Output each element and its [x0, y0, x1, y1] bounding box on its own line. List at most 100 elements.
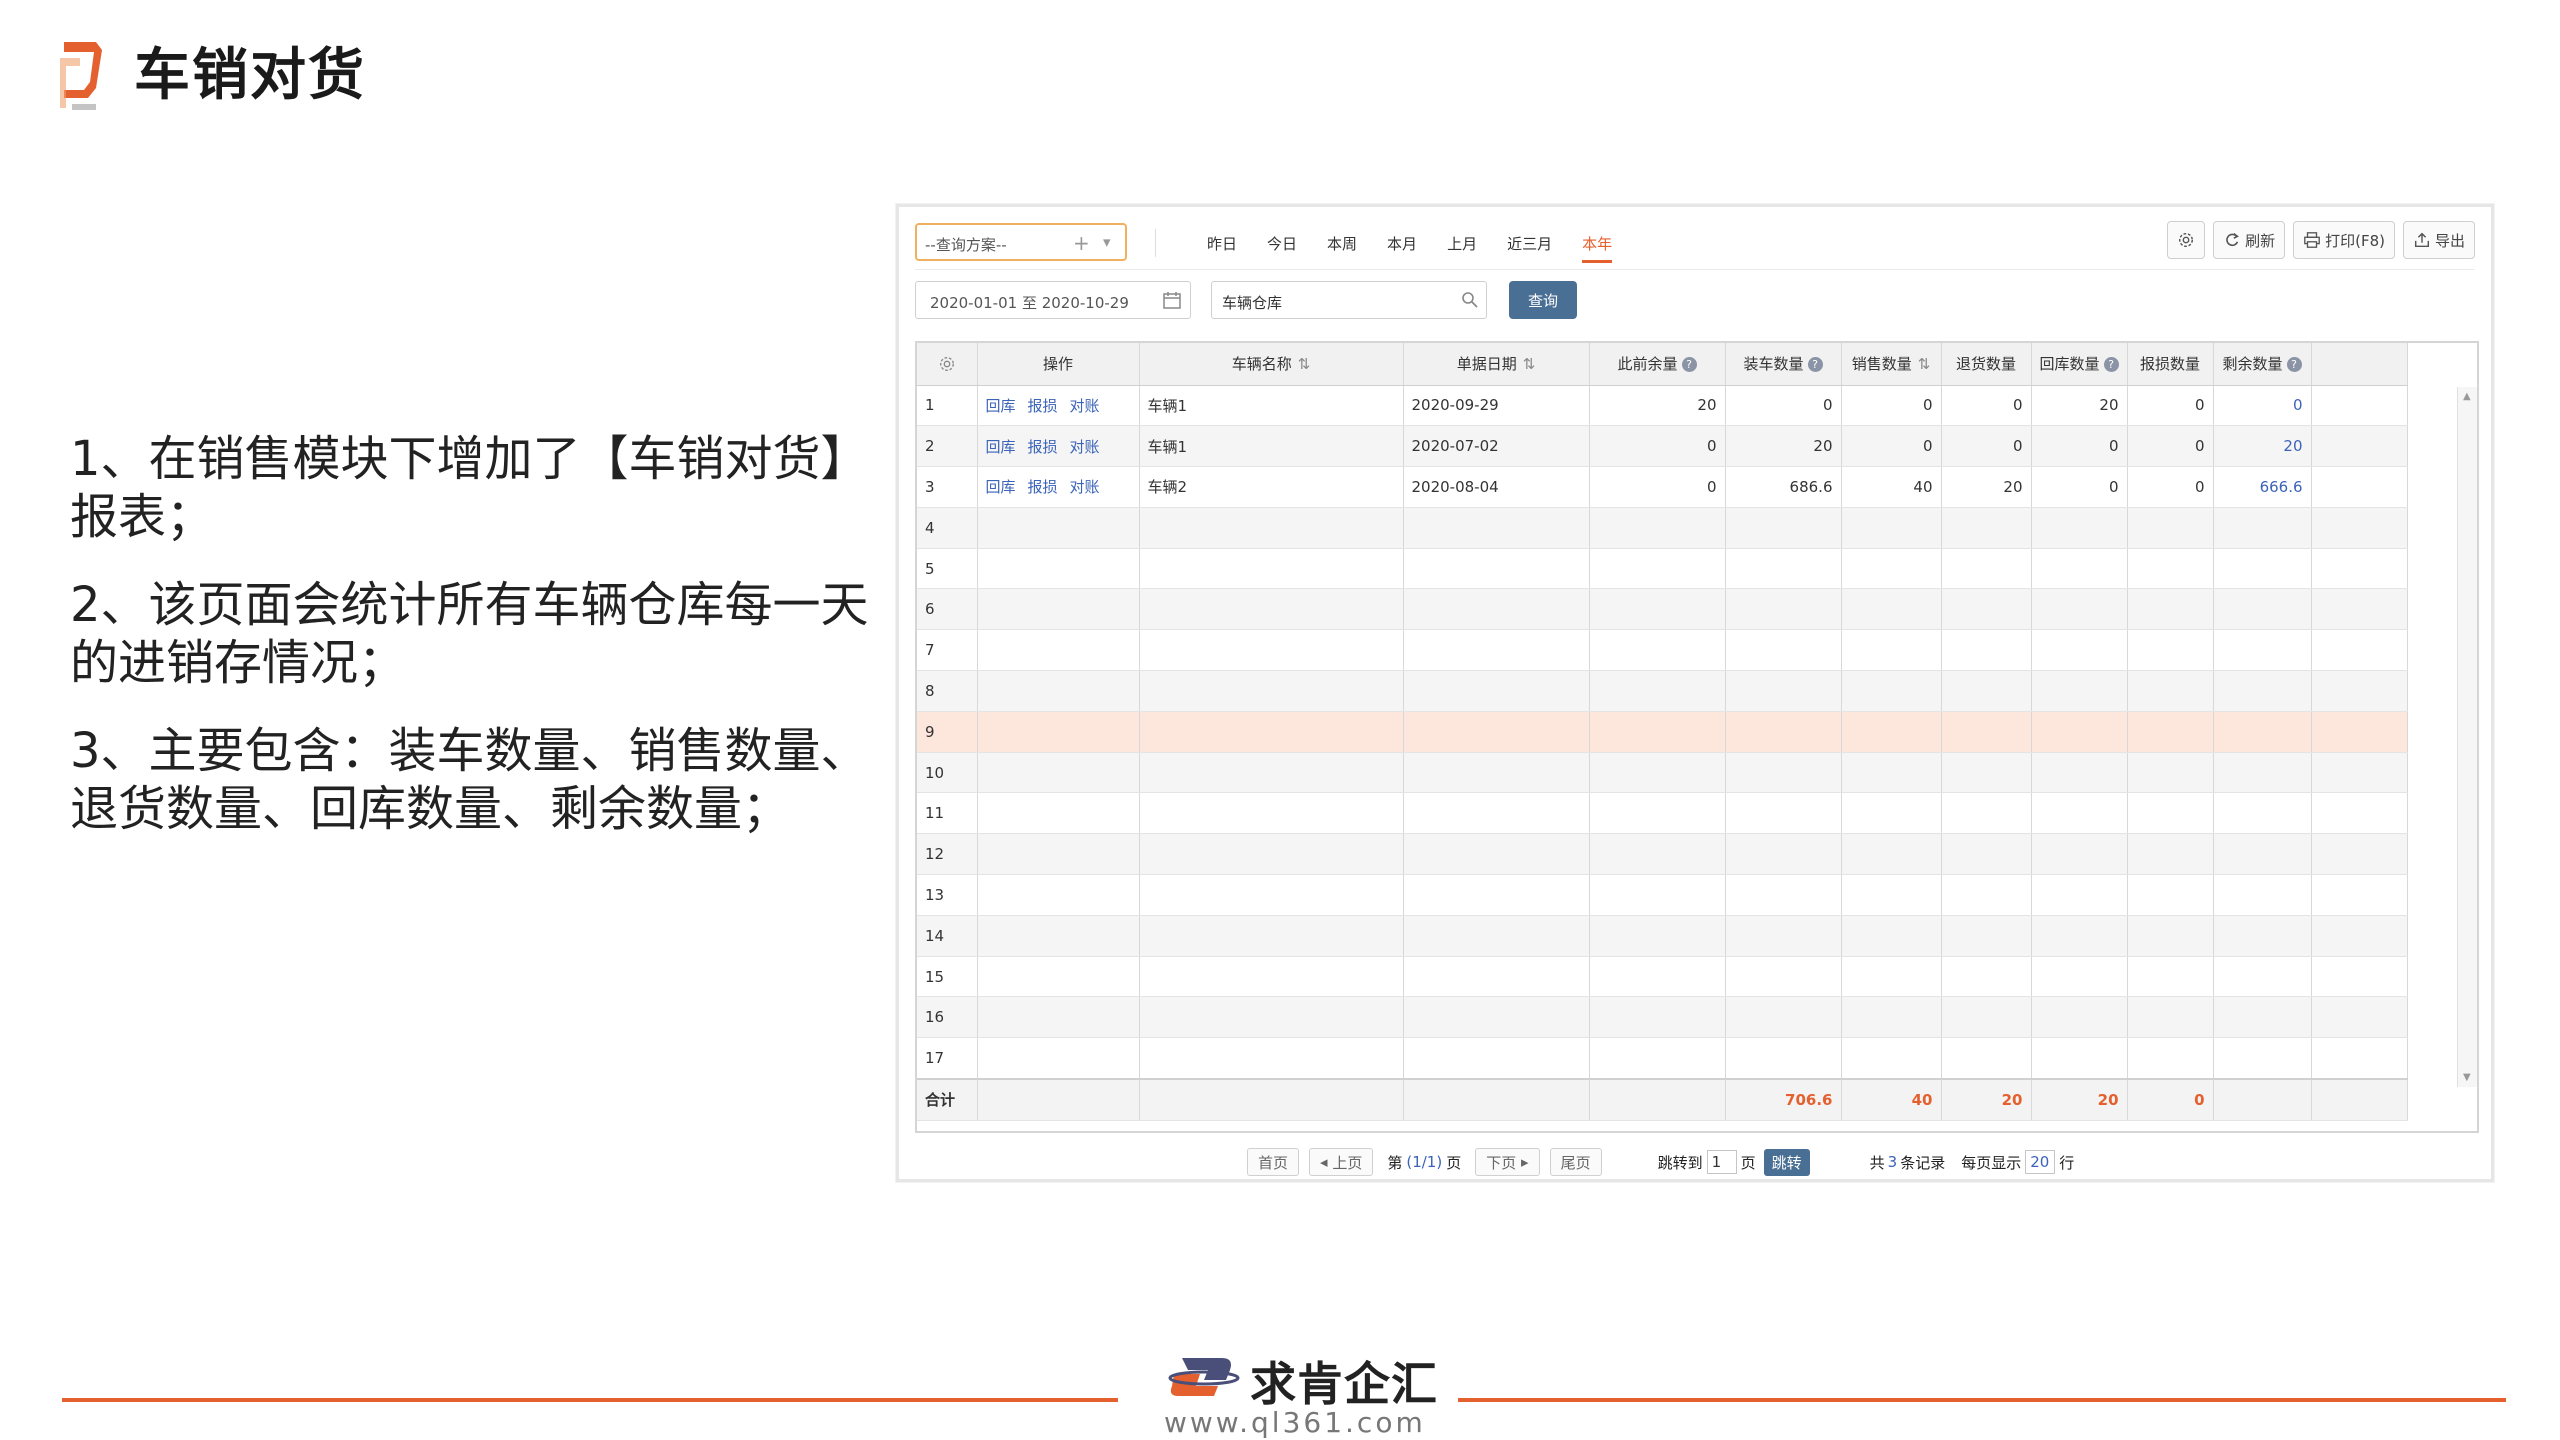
table-row[interactable]: 12	[917, 833, 2408, 876]
report-loss-link[interactable]: 报损	[1028, 436, 1058, 457]
query-scheme-select[interactable]: --查询方案-- + ▾	[915, 223, 1127, 261]
help-icon[interactable]: ?	[2286, 357, 2302, 373]
empty-cell	[1841, 915, 1942, 957]
column-title: 装车数量	[1743, 355, 1804, 374]
scroll-up-icon[interactable]: ▲	[2463, 391, 2471, 402]
empty-cell	[1403, 507, 1590, 549]
help-icon[interactable]: ?	[1681, 357, 1697, 373]
empty-cell	[977, 629, 1140, 672]
jump-button[interactable]: 跳转	[1763, 1148, 1810, 1176]
query-button[interactable]: 查询	[1509, 281, 1577, 319]
load-cell: 0	[1725, 385, 1842, 427]
empty-cell	[1589, 915, 1726, 957]
tab-this-year[interactable]: 本年	[1582, 233, 1613, 263]
column-header-vehicle[interactable]: 车辆名称 ⇅	[1139, 343, 1404, 386]
report-loss-link[interactable]: 报损	[1028, 395, 1058, 416]
bullet-item: 1、在销售模块下增加了【车销对货】报表；	[70, 431, 869, 545]
reconcile-link[interactable]: 对账	[1070, 395, 1100, 416]
help-icon[interactable]: ?	[2103, 357, 2119, 373]
empty-cell	[1403, 1037, 1590, 1080]
export-button[interactable]: 导出	[2402, 221, 2475, 259]
loss-cell: 0	[2127, 385, 2214, 427]
table-row[interactable]: 11	[917, 792, 2408, 835]
column-title: 销售数量	[1851, 355, 1912, 374]
empty-cell	[1841, 792, 1942, 835]
load-cell: 686.6	[1725, 466, 1842, 508]
empty-cell	[1725, 588, 1842, 631]
vertical-scrollbar[interactable]: ▲ ▼	[2457, 387, 2477, 1087]
jump-page-input[interactable]: 1	[1706, 1150, 1737, 1174]
return-to-warehouse-link[interactable]: 回库	[986, 476, 1016, 497]
date-range-input[interactable]: 2020-01-01 至 2020-10-29	[915, 281, 1191, 319]
table-row[interactable]: 15	[917, 956, 2408, 998]
empty-cell	[2031, 752, 2128, 794]
prev-page-button[interactable]: ◂ 上页	[1309, 1148, 1374, 1176]
table-row[interactable]: 10	[917, 752, 2408, 794]
column-header-sale[interactable]: 销售数量 ⇅	[1841, 343, 1942, 386]
calendar-icon[interactable]	[1162, 290, 1182, 310]
reconcile-link[interactable]: 对账	[1070, 476, 1100, 497]
scroll-down-icon[interactable]: ▼	[2463, 1072, 2471, 1083]
empty-cell	[2213, 548, 2312, 590]
table-row[interactable]: 7	[917, 629, 2408, 672]
page-size-input[interactable]: 20	[2025, 1150, 2056, 1174]
empty-cell	[2213, 792, 2312, 835]
chevron-down-icon[interactable]: ▾	[1103, 233, 1111, 251]
gear-icon[interactable]	[938, 355, 956, 373]
table-row[interactable]: 5	[917, 548, 2408, 590]
tab-today[interactable]: 今日	[1267, 233, 1297, 263]
settings-button[interactable]	[2167, 221, 2206, 259]
print-button[interactable]: 打印(F8)	[2293, 221, 2395, 259]
brand-block: 求肯企汇 www.ql361.com	[1118, 1326, 1458, 1439]
column-header-date[interactable]: 单据日期 ⇅	[1403, 343, 1590, 386]
table-row[interactable]: 9	[917, 711, 2408, 753]
empty-cell	[2311, 670, 2408, 712]
slide: 车销对货 1、在销售模块下增加了【车销对货】报表； 2、该页面会统计所有车辆仓库…	[0, 0, 2560, 1440]
warehouse-input[interactable]: 车辆仓库	[1211, 281, 1487, 319]
refresh-button[interactable]: 刷新	[2213, 221, 2286, 259]
reconcile-link[interactable]: 对账	[1070, 436, 1100, 457]
empty-cell	[1725, 670, 1842, 712]
tab-last-month[interactable]: 上月	[1447, 233, 1477, 263]
table-row[interactable]: 4	[917, 507, 2408, 549]
tab-this-week[interactable]: 本周	[1327, 233, 1357, 263]
column-header-loss: 报损数量	[2127, 343, 2214, 386]
empty-cell	[2031, 915, 2128, 957]
sort-icon[interactable]: ⇅	[1918, 355, 1931, 373]
table-row[interactable]: 14	[917, 915, 2408, 957]
help-icon[interactable]: ?	[1807, 357, 1823, 373]
add-scheme-icon[interactable]: +	[1073, 231, 1090, 255]
column-title: 车辆名称	[1231, 355, 1292, 374]
return-to-warehouse-link[interactable]: 回库	[986, 436, 1016, 457]
sort-icon[interactable]: ⇅	[1298, 355, 1311, 373]
table-row[interactable]: 13	[917, 874, 2408, 916]
last-page-button[interactable]: 尾页	[1549, 1148, 1602, 1176]
next-page-button[interactable]: 下页 ▸	[1475, 1148, 1540, 1176]
return-to-warehouse-link[interactable]: 回库	[986, 395, 1016, 416]
table-row[interactable]: 6	[917, 588, 2408, 631]
table-row[interactable]: 1 回库 报损 对账 车辆1 2020-09-29 20 0 0 0 20 0 0	[917, 385, 2408, 427]
tab-last-three-months[interactable]: 近三月	[1507, 233, 1552, 263]
empty-cell	[1589, 588, 1726, 631]
report-loss-link[interactable]: 报损	[1028, 476, 1058, 497]
page-prefix: 第	[1387, 1153, 1403, 1172]
empty-cell	[1941, 915, 2032, 957]
empty-cell	[1403, 833, 1590, 876]
table-row[interactable]: 3 回库 报损 对账 车辆2 2020-08-04 0 686.6 40 20 0 …	[917, 466, 2408, 508]
first-page-button[interactable]: 首页	[1247, 1148, 1300, 1176]
sort-icon[interactable]: ⇅	[1523, 355, 1536, 373]
table-row[interactable]: 8	[917, 670, 2408, 712]
printer-icon	[2304, 232, 2320, 248]
load-cell: 20	[1725, 425, 1842, 468]
empty-cell	[1941, 507, 2032, 549]
tab-yesterday[interactable]: 昨日	[1207, 233, 1237, 263]
search-icon[interactable]	[1460, 290, 1480, 310]
grid-settings-cell[interactable]	[917, 343, 978, 386]
empty-cell	[2127, 629, 2214, 672]
table-row[interactable]: 16	[917, 996, 2408, 1039]
table-row[interactable]: 2 回库 报损 对账 车辆1 2020-07-02 0 20 0 0 0 0 20	[917, 425, 2408, 468]
tab-this-month[interactable]: 本月	[1387, 233, 1417, 263]
table-row[interactable]: 17	[917, 1037, 2408, 1080]
empty-cell	[1941, 629, 2032, 672]
empty-cell	[2311, 752, 2408, 794]
